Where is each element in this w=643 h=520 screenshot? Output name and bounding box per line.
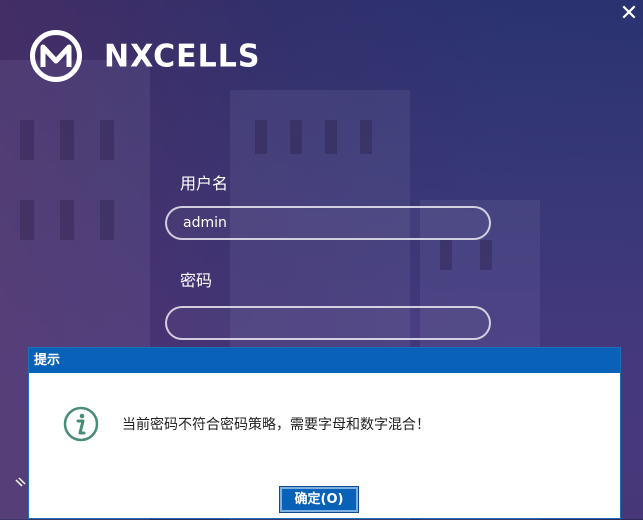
app-logo: NXCELLS bbox=[30, 30, 261, 82]
logo-icon bbox=[30, 30, 82, 82]
ok-button[interactable]: 确定(O) bbox=[279, 486, 359, 513]
dialog-message: 当前密码不符合密码策略，需要字母和数字混合！ bbox=[122, 417, 430, 433]
username-label: 用户名 bbox=[180, 174, 229, 193]
password-label: 密码 bbox=[180, 271, 213, 290]
brand-name: NXCELLS bbox=[104, 37, 261, 75]
alert-dialog: 提示 当前密码不符合密码策略，需要字母和数字混合！ 确定(O) bbox=[28, 347, 621, 519]
close-button[interactable]: ✕ bbox=[619, 3, 639, 25]
dialog-title: 提示 bbox=[29, 348, 620, 373]
username-input[interactable]: admin bbox=[165, 206, 491, 240]
password-input[interactable] bbox=[165, 306, 491, 340]
info-icon bbox=[63, 406, 99, 442]
